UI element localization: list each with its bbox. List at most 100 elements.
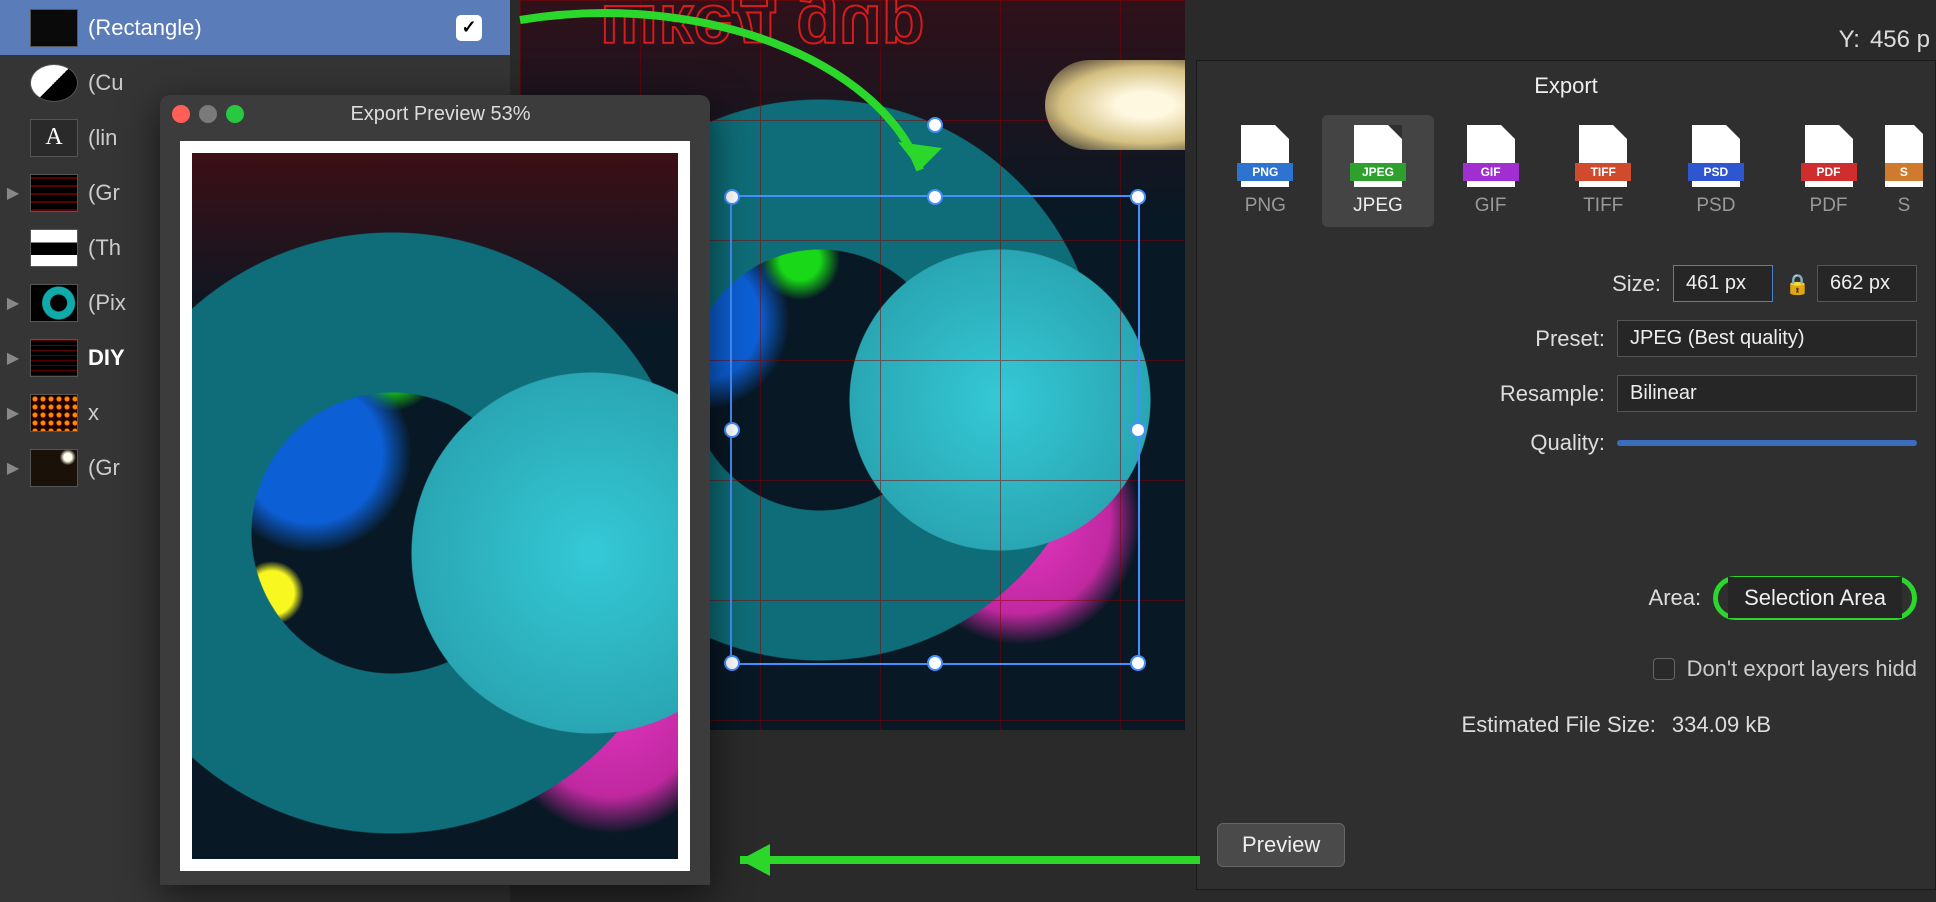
- format-label: TIFF: [1583, 195, 1623, 217]
- resample-dropdown[interactable]: Bilinear: [1617, 375, 1917, 412]
- visibility-checkbox[interactable]: ✓: [456, 15, 482, 41]
- svg-icon: S: [1885, 125, 1923, 187]
- psd-icon: PSD: [1692, 125, 1740, 187]
- layer-thumb: [30, 9, 78, 47]
- layer-thumb: A: [30, 119, 78, 157]
- disclosure-triangle[interactable]: ▶: [6, 406, 20, 420]
- resize-handle-bl[interactable]: [724, 655, 740, 671]
- disclosure-triangle[interactable]: ▶: [6, 296, 20, 310]
- format-label: PNG: [1245, 195, 1286, 217]
- format-label: PDF: [1810, 195, 1848, 217]
- estimate-value: 334.09 kB: [1672, 712, 1771, 738]
- disclosure-triangle[interactable]: ▶: [6, 186, 20, 200]
- resize-handle-br[interactable]: [1130, 655, 1146, 671]
- layer-thumb: [30, 449, 78, 487]
- png-icon: PNG: [1241, 125, 1289, 187]
- resize-handle-tr[interactable]: [1130, 189, 1146, 205]
- resize-handle-bm[interactable]: [927, 655, 943, 671]
- size-label: Size:: [1612, 271, 1661, 297]
- y-value: 456 p: [1870, 26, 1930, 54]
- preview-viewport: [180, 141, 690, 871]
- disclosure-triangle[interactable]: ▶: [6, 461, 20, 475]
- layer-label: (lin: [88, 125, 117, 151]
- format-label: GIF: [1475, 195, 1507, 217]
- format-svg[interactable]: S S: [1885, 115, 1923, 227]
- format-selector: PNG PNG JPEG JPEG GIF GIF TIFF TIFF PSD …: [1197, 107, 1935, 235]
- quality-label: Quality:: [1530, 430, 1605, 456]
- maximize-icon[interactable]: [226, 105, 244, 123]
- tiff-icon: TIFF: [1579, 125, 1627, 187]
- preview-image: [192, 153, 678, 859]
- layer-thumb: [30, 174, 78, 212]
- dont-export-label: Don't export layers hidd: [1687, 656, 1917, 682]
- selection-marquee[interactable]: [730, 195, 1140, 665]
- export-settings: Size: 461 px 🔒 662 px Preset: JPEG (Best…: [1197, 235, 1935, 456]
- preview-button[interactable]: Preview: [1217, 823, 1345, 867]
- format-jpeg[interactable]: JPEG JPEG: [1322, 115, 1435, 227]
- format-png[interactable]: PNG PNG: [1209, 115, 1322, 227]
- layer-thumb: [30, 229, 78, 267]
- layer-rectangle[interactable]: (Rectangle) ✓: [0, 0, 510, 55]
- format-pdf[interactable]: PDF PDF: [1772, 115, 1885, 227]
- layer-label: DIY: [88, 345, 125, 371]
- y-label: Y:: [1839, 26, 1860, 54]
- size-row: Size: 461 px 🔒 662 px: [1197, 265, 1917, 302]
- resample-label: Resample:: [1500, 381, 1605, 407]
- export-preview-window[interactable]: Export Preview 53%: [160, 95, 710, 885]
- area-dropdown[interactable]: Selection Area: [1728, 577, 1902, 618]
- minimize-icon[interactable]: [199, 105, 217, 123]
- layer-label: x: [88, 400, 99, 426]
- resample-row: Resample: Bilinear: [1197, 375, 1917, 412]
- area-label: Area:: [1649, 585, 1702, 611]
- resize-handle-mr[interactable]: [1130, 422, 1146, 438]
- gif-icon: GIF: [1467, 125, 1515, 187]
- resize-handle-ml[interactable]: [724, 422, 740, 438]
- preset-label: Preset:: [1535, 326, 1605, 352]
- layer-thumb: [30, 64, 78, 102]
- export-title: Export: [1197, 61, 1935, 107]
- format-gif[interactable]: GIF GIF: [1434, 115, 1547, 227]
- artwork-text: шкед guр: [600, 0, 924, 70]
- dont-export-row: Don't export layers hidd: [1197, 656, 1917, 682]
- annotation-arrow-2: [700, 840, 1220, 880]
- layer-label: (Gr: [88, 455, 120, 481]
- layer-label: (Rectangle): [88, 15, 202, 41]
- layer-label: (Pix: [88, 290, 126, 316]
- lock-icon[interactable]: 🔒: [1785, 272, 1805, 296]
- close-icon[interactable]: [172, 105, 190, 123]
- layer-thumb: [30, 339, 78, 377]
- layer-label: (Gr: [88, 180, 120, 206]
- lamp-graphic: [1045, 60, 1185, 150]
- height-input[interactable]: 662 px: [1817, 265, 1917, 302]
- format-tiff[interactable]: TIFF TIFF: [1547, 115, 1660, 227]
- resize-handle-tl[interactable]: [724, 189, 740, 205]
- estimate-row: Estimated File Size: 334.09 kB: [1197, 712, 1771, 738]
- export-panel: Export PNG PNG JPEG JPEG GIF GIF TIFF TI…: [1196, 60, 1936, 890]
- format-label: JPEG: [1353, 195, 1403, 217]
- jpeg-icon: JPEG: [1354, 125, 1402, 187]
- pdf-icon: PDF: [1805, 125, 1853, 187]
- width-input[interactable]: 461 px: [1673, 265, 1773, 302]
- layer-thumb: [30, 284, 78, 322]
- estimate-label: Estimated File Size:: [1462, 712, 1656, 738]
- disclosure-spacer: [6, 76, 20, 90]
- preset-row: Preset: JPEG (Best quality): [1197, 320, 1917, 357]
- layer-label: (Th: [88, 235, 121, 261]
- disclosure-triangle[interactable]: ▶: [6, 351, 20, 365]
- disclosure-spacer: [6, 131, 20, 145]
- disclosure-spacer: [6, 21, 20, 35]
- format-psd[interactable]: PSD PSD: [1660, 115, 1773, 227]
- y-coordinate: Y: 456 p: [1839, 26, 1930, 54]
- quality-slider[interactable]: [1617, 440, 1917, 446]
- layer-label: (Cu: [88, 70, 123, 96]
- preview-titlebar[interactable]: Export Preview 53%: [160, 95, 710, 133]
- preview-window-title: Export Preview 53%: [253, 103, 628, 126]
- preset-dropdown[interactable]: JPEG (Best quality): [1617, 320, 1917, 357]
- dont-export-checkbox[interactable]: [1653, 658, 1675, 680]
- resize-handle-tm[interactable]: [927, 189, 943, 205]
- annotation-highlight: Selection Area: [1713, 576, 1917, 620]
- area-row: Area: Selection Area: [1197, 576, 1917, 620]
- disclosure-spacer: [6, 241, 20, 255]
- rotation-handle[interactable]: [927, 117, 943, 133]
- layer-thumb: [30, 394, 78, 432]
